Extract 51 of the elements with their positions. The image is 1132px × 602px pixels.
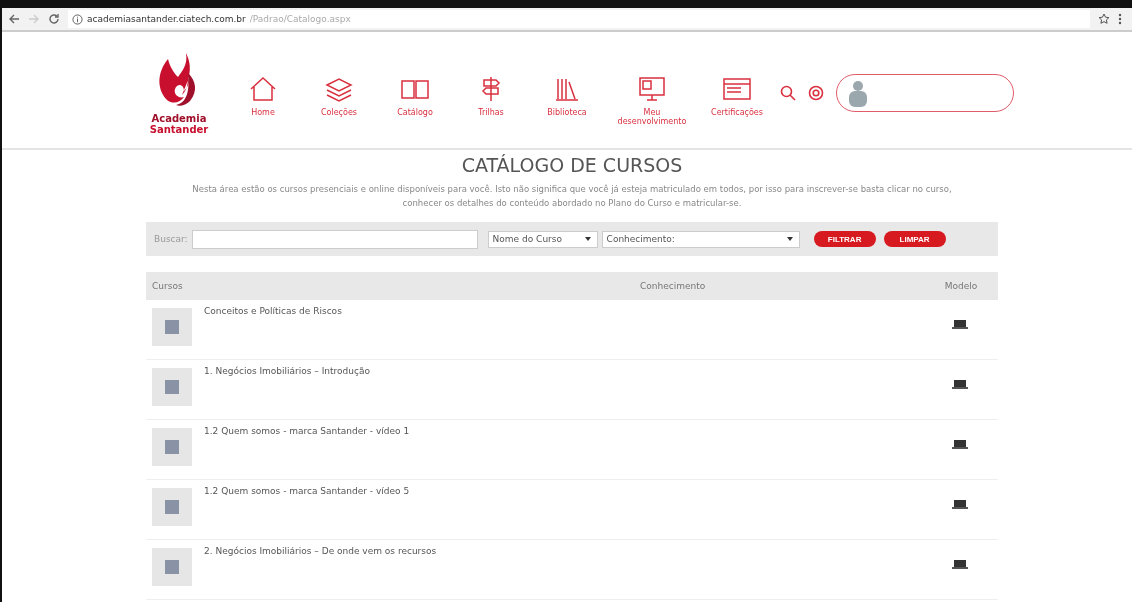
course-link[interactable]: 1.2 Quem somos - marca Santander - vídeo 1	[192, 426, 952, 436]
url-path: /Padrao/Catalogo.aspx	[249, 14, 351, 24]
laptop-icon	[952, 560, 968, 569]
search-field[interactable]	[191, 229, 478, 249]
clear-button[interactable]: LIMPAR	[883, 231, 946, 247]
address-bar[interactable]: academiasantander.ciatech.com.br /Padrao/Catalogo.aspx	[68, 10, 1090, 28]
info-icon	[72, 13, 83, 25]
nav-link[interactable]: Certificações	[706, 76, 768, 117]
logo-text: Academia	[151, 113, 207, 124]
course-thumbnail[interactable]	[152, 308, 192, 346]
course-thumbnail[interactable]	[152, 428, 192, 466]
caret-icon	[786, 237, 793, 241]
laptop-icon	[952, 440, 968, 449]
knowledge-select[interactable]: Conhecimento:	[601, 230, 800, 248]
course-link[interactable]: 2. Negócios Imobiliários – De onde vem os recursos	[192, 546, 952, 556]
layers-icon	[324, 76, 354, 102]
reload-icon[interactable]	[48, 13, 60, 25]
nav-link[interactable]: Coleções	[308, 76, 370, 117]
back-icon[interactable]	[8, 14, 20, 24]
page-title: CATÁLOGO DE CURSOS	[460, 154, 684, 176]
filter-button[interactable]: FILTRAR	[813, 231, 876, 247]
menu-icon[interactable]	[1118, 13, 1122, 25]
monitor-icon	[637, 76, 667, 102]
search-icon[interactable]	[780, 85, 796, 101]
settings-icon[interactable]	[808, 85, 824, 101]
logo-text: Santander	[149, 124, 209, 135]
nav-link[interactable]: Catálogo	[384, 76, 446, 117]
nav-link[interactable]: Home	[232, 76, 294, 117]
search-label: Buscar:	[154, 234, 188, 244]
laptop-icon	[952, 380, 968, 389]
nav-link[interactable]: Meu desenvolvimento	[612, 76, 692, 126]
column-header: Cursos	[152, 281, 184, 291]
column-header: Modelo	[943, 281, 979, 291]
course-thumbnail[interactable]	[152, 368, 192, 406]
certificate-icon	[722, 76, 752, 102]
house-icon	[248, 76, 278, 102]
course-link[interactable]: 1. Negócios Imobiliários – Introdução	[192, 366, 952, 376]
course-link[interactable]: 1.2 Quem somos - marca Santander - vídeo 5	[192, 486, 952, 496]
nav-link[interactable]: Trilhas	[460, 76, 522, 117]
nav-link[interactable]: Biblioteca	[536, 76, 598, 117]
course-thumbnail[interactable]	[152, 548, 192, 586]
star-icon[interactable]	[1098, 13, 1110, 25]
laptop-icon	[952, 500, 968, 509]
caret-icon	[584, 237, 591, 241]
course-link[interactable]: Conceitos e Políticas de Riscos	[192, 306, 952, 316]
column-header: Conhecimento	[640, 281, 707, 291]
intro-paragraph: Nesta área estão os cursos presenciais e online disponíveis para você. Isto não significa que você já esteja matriculado em todos, por isso para inscrever-se basta clicar no curso, conhecer os detalhes do conteúdo abordado no Plano do Curso e matricular-se.	[191, 183, 953, 210]
laptop-icon	[952, 320, 968, 329]
url-host: academiasantander.ciatech.com.br	[87, 14, 246, 24]
course-thumbnail[interactable]	[152, 488, 192, 526]
course-name-select[interactable]: Nome do Curso	[487, 230, 598, 248]
